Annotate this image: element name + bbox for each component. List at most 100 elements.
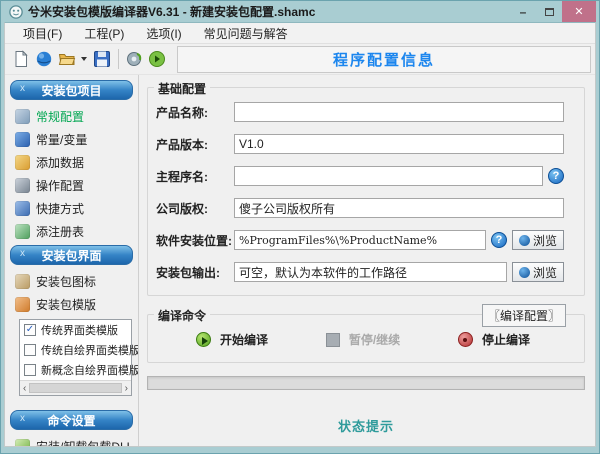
variables-icon <box>15 132 30 147</box>
close-button[interactable]: ✕ <box>562 1 596 22</box>
sidebar-item-package-template[interactable]: 安装包模版 <box>5 293 138 316</box>
browse-install-location-button[interactable]: 浏览 <box>512 230 564 250</box>
browse-label: 浏览 <box>533 264 557 281</box>
sidebar-item-constants-variables[interactable]: 常量/变量 <box>5 128 138 151</box>
compile-progress-bar <box>147 376 585 390</box>
stop-compile-label: 停止编译 <box>482 331 530 348</box>
toolbar: 程序配置信息 <box>5 44 595 75</box>
minimize-button[interactable]: – <box>510 1 536 22</box>
form-row-main-program: 主程序名: ? <box>156 166 564 186</box>
collapse-icon[interactable]: x <box>20 413 25 424</box>
scrollbar-thumb[interactable] <box>29 383 121 393</box>
main-program-label: 主程序名: <box>156 168 234 185</box>
template-option-label: 传统界面类模版 <box>41 322 118 338</box>
horizontal-scrollbar[interactable]: ‹ › <box>20 380 131 395</box>
shortcut-icon <box>15 201 30 216</box>
pause-icon <box>326 333 340 347</box>
install-location-label: 软件安装位置: <box>156 232 234 249</box>
sidebar-item-registry[interactable]: 添注册表 <box>5 220 138 243</box>
template-listbox: ✓ 传统界面类模版 传统自绘界面类模版 新概念自绘界面模版 ‹ › <box>19 319 132 396</box>
status-hint: 状态提示 <box>147 416 585 435</box>
operations-icon <box>15 178 30 193</box>
form-row-copyright: 公司版权: <box>156 198 564 218</box>
collapse-icon[interactable]: x <box>20 248 25 259</box>
open-file-icon[interactable] <box>58 50 76 68</box>
compile-icon[interactable] <box>125 50 143 68</box>
product-version-input[interactable] <box>234 134 564 154</box>
maximize-icon <box>545 8 554 16</box>
new-file-icon[interactable] <box>12 50 30 68</box>
start-compile-button[interactable]: 开始编译 <box>196 331 268 348</box>
sidebar-item-label: 添加数据 <box>36 154 84 171</box>
main-program-input[interactable] <box>234 166 543 186</box>
sidebar-item-add-data[interactable]: 添加数据 <box>5 151 138 174</box>
start-compile-icon <box>196 332 211 347</box>
registry-icon <box>15 224 30 239</box>
copyright-label: 公司版权: <box>156 200 234 217</box>
checkbox[interactable]: ✓ <box>24 324 36 336</box>
globe-mini-icon <box>519 267 530 278</box>
checkbox[interactable] <box>24 364 36 376</box>
sidebar-item-dll[interactable]: 安装/卸载包载DLL <box>5 435 138 446</box>
sidebar-item-label: 安装/卸载包载DLL <box>36 438 133 446</box>
sidebar-item-label: 安装包模版 <box>36 296 96 313</box>
app-window: 兮米安装包模版编译器V6.31 - 新建安装包配置.shamc – ✕ 项目(F… <box>0 0 600 454</box>
main-panel: 基础配置 产品名称: 产品版本: 主程序名: ? <box>139 75 595 446</box>
form-row-product-name: 产品名称: <box>156 102 564 122</box>
scroll-right-icon[interactable]: › <box>125 383 128 394</box>
sidebar-item-label: 快捷方式 <box>36 200 84 217</box>
pause-resume-button[interactable]: 暂停/继续 <box>326 331 400 348</box>
save-icon[interactable] <box>93 50 111 68</box>
package-image-icon <box>15 274 30 289</box>
template-option-classic-custom[interactable]: 传统自绘界面类模版 <box>20 340 131 360</box>
template-option-new-concept[interactable]: 新概念自绘界面模版 <box>20 360 131 380</box>
template-option-classic[interactable]: ✓ 传统界面类模版 <box>20 320 131 340</box>
titlebar: 兮米安装包模版编译器V6.31 - 新建安装包配置.shamc – ✕ <box>4 1 596 22</box>
copyright-input[interactable] <box>234 198 564 218</box>
section-title: 安装包界面 <box>41 247 101 264</box>
scroll-left-icon[interactable]: ‹ <box>23 383 26 394</box>
compile-config-button[interactable]: 〖编译配置〗 <box>482 304 566 327</box>
sidebar-item-label: 添注册表 <box>36 223 84 240</box>
menu-faq[interactable]: 常见问题与解答 <box>202 23 290 44</box>
pause-resume-label: 暂停/继续 <box>349 331 400 348</box>
sidebar-item-shortcut[interactable]: 快捷方式 <box>5 197 138 220</box>
form-row-install-location: 软件安装位置: ? 浏览 <box>156 230 564 250</box>
sidebar-item-operation-config[interactable]: 操作配置 <box>5 174 138 197</box>
template-icon <box>15 297 30 312</box>
menu-engineering[interactable]: 工程(P) <box>82 23 126 44</box>
menu-project[interactable]: 项目(F) <box>21 23 64 44</box>
product-name-input[interactable] <box>234 102 564 122</box>
collapse-icon[interactable]: x <box>20 83 25 94</box>
sidebar-item-package-icon[interactable]: 安装包图标 <box>5 270 138 293</box>
sidebar-item-label: 操作配置 <box>36 177 84 194</box>
sidebar-section-command-settings[interactable]: x 命令设置 <box>10 410 133 430</box>
toolbar-separator <box>118 49 119 69</box>
browse-output-path-button[interactable]: 浏览 <box>512 262 564 282</box>
app-body: 项目(F) 工程(P) 选项(I) 常见问题与解答 <box>4 22 596 447</box>
page-title: 程序配置信息 <box>177 46 591 73</box>
menu-options[interactable]: 选项(I) <box>144 23 183 44</box>
globe-icon[interactable] <box>35 50 53 68</box>
run-icon[interactable] <box>148 50 166 68</box>
stop-compile-button[interactable]: 停止编译 <box>458 331 530 348</box>
form-row-product-version: 产品版本: <box>156 134 564 154</box>
product-name-label: 产品名称: <box>156 104 234 121</box>
add-data-icon <box>15 155 30 170</box>
output-path-input[interactable] <box>234 262 507 282</box>
compile-command-group: 编译命令 〖编译配置〗 开始编译 暂停/继续 停止编译 <box>147 314 585 363</box>
sidebar-section-package-ui[interactable]: x 安装包界面 <box>10 245 133 265</box>
menubar: 项目(F) 工程(P) 选项(I) 常见问题与解答 <box>5 23 595 44</box>
checkbox[interactable] <box>24 344 36 356</box>
template-option-label: 传统自绘界面类模版 <box>41 342 139 358</box>
output-path-label: 安装包输出: <box>156 264 234 281</box>
section-title: 安装包项目 <box>41 82 101 99</box>
install-location-input[interactable] <box>234 230 486 250</box>
help-icon[interactable]: ? <box>491 232 507 248</box>
open-dropdown-icon[interactable] <box>81 57 87 61</box>
section-title: 命令设置 <box>47 412 95 429</box>
help-icon[interactable]: ? <box>548 168 564 184</box>
sidebar-item-general-config[interactable]: 常规配置 <box>5 105 138 128</box>
maximize-button[interactable] <box>536 1 562 22</box>
sidebar-section-package-project[interactable]: x 安装包项目 <box>10 80 133 100</box>
